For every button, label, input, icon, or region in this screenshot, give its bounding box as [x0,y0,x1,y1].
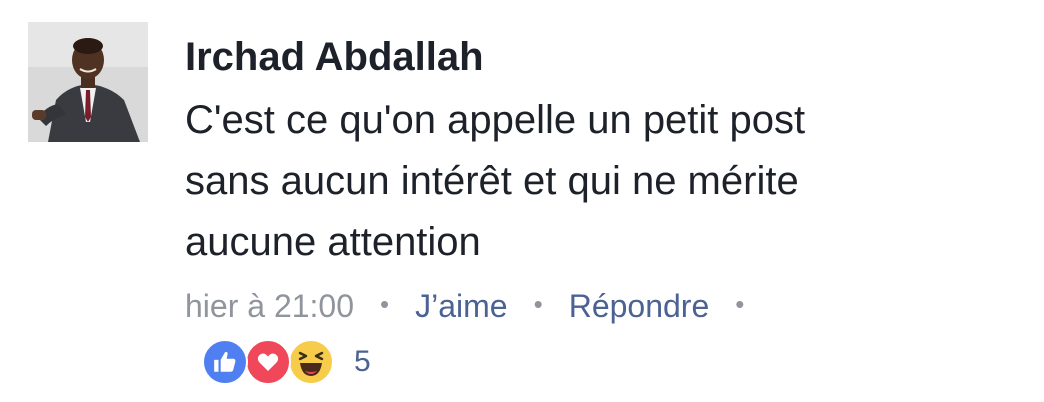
reply-button[interactable]: Répondre [569,288,710,325]
haha-icon [288,339,334,385]
reactions-summary[interactable]: 5 [202,337,371,387]
profile-photo [28,22,148,142]
like-button[interactable]: J’aime [415,288,507,325]
comment-body-line: C'est ce qu'on appelle un petit post [185,98,806,142]
author-name[interactable]: Irchad Abdallah [185,33,484,81]
separator-dot: • [533,288,543,319]
comment-body-line: sans aucun intérêt et qui ne mérite [185,159,799,203]
comment: Irchad Abdallah C'est ce qu'on appelle u… [0,0,1044,402]
timestamp[interactable]: hier à 21:00 [185,288,354,325]
love-icon [245,339,291,385]
like-icon [202,339,248,385]
reaction-count: 5 [354,345,371,378]
comment-body: C'est ce qu'on appelle un petit post san… [185,90,1025,273]
avatar[interactable] [28,22,148,142]
separator-dot: • [735,288,745,319]
comment-meta: hier à 21:00 • J’aime • Répondre • [185,284,770,328]
separator-dot: • [380,288,390,319]
comment-body-line: aucune attention [185,220,481,264]
